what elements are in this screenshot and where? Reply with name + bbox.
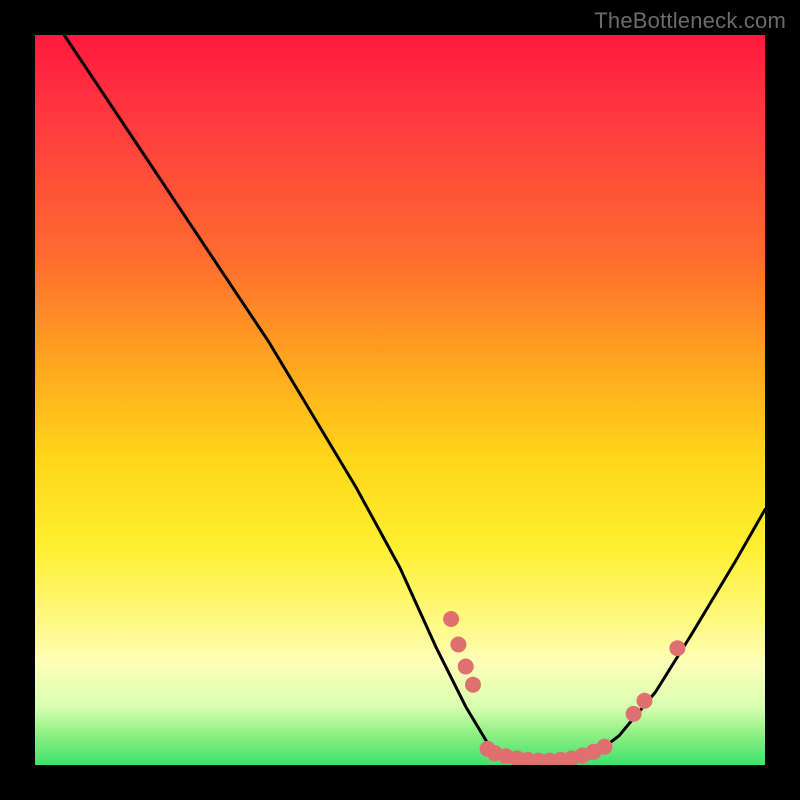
highlight-dot bbox=[669, 640, 685, 656]
highlight-dot bbox=[443, 611, 459, 627]
curve-line bbox=[64, 35, 765, 765]
chart-svg bbox=[35, 35, 765, 765]
highlight-dot bbox=[637, 693, 653, 709]
highlight-dot bbox=[458, 659, 474, 675]
highlight-dot bbox=[450, 637, 466, 653]
chart-frame: TheBottleneck.com bbox=[0, 0, 800, 800]
highlight-dot bbox=[626, 706, 642, 722]
chart-plot-area bbox=[35, 35, 765, 765]
highlight-dot bbox=[596, 739, 612, 755]
highlight-dot bbox=[465, 677, 481, 693]
watermark-text: TheBottleneck.com bbox=[594, 8, 786, 34]
